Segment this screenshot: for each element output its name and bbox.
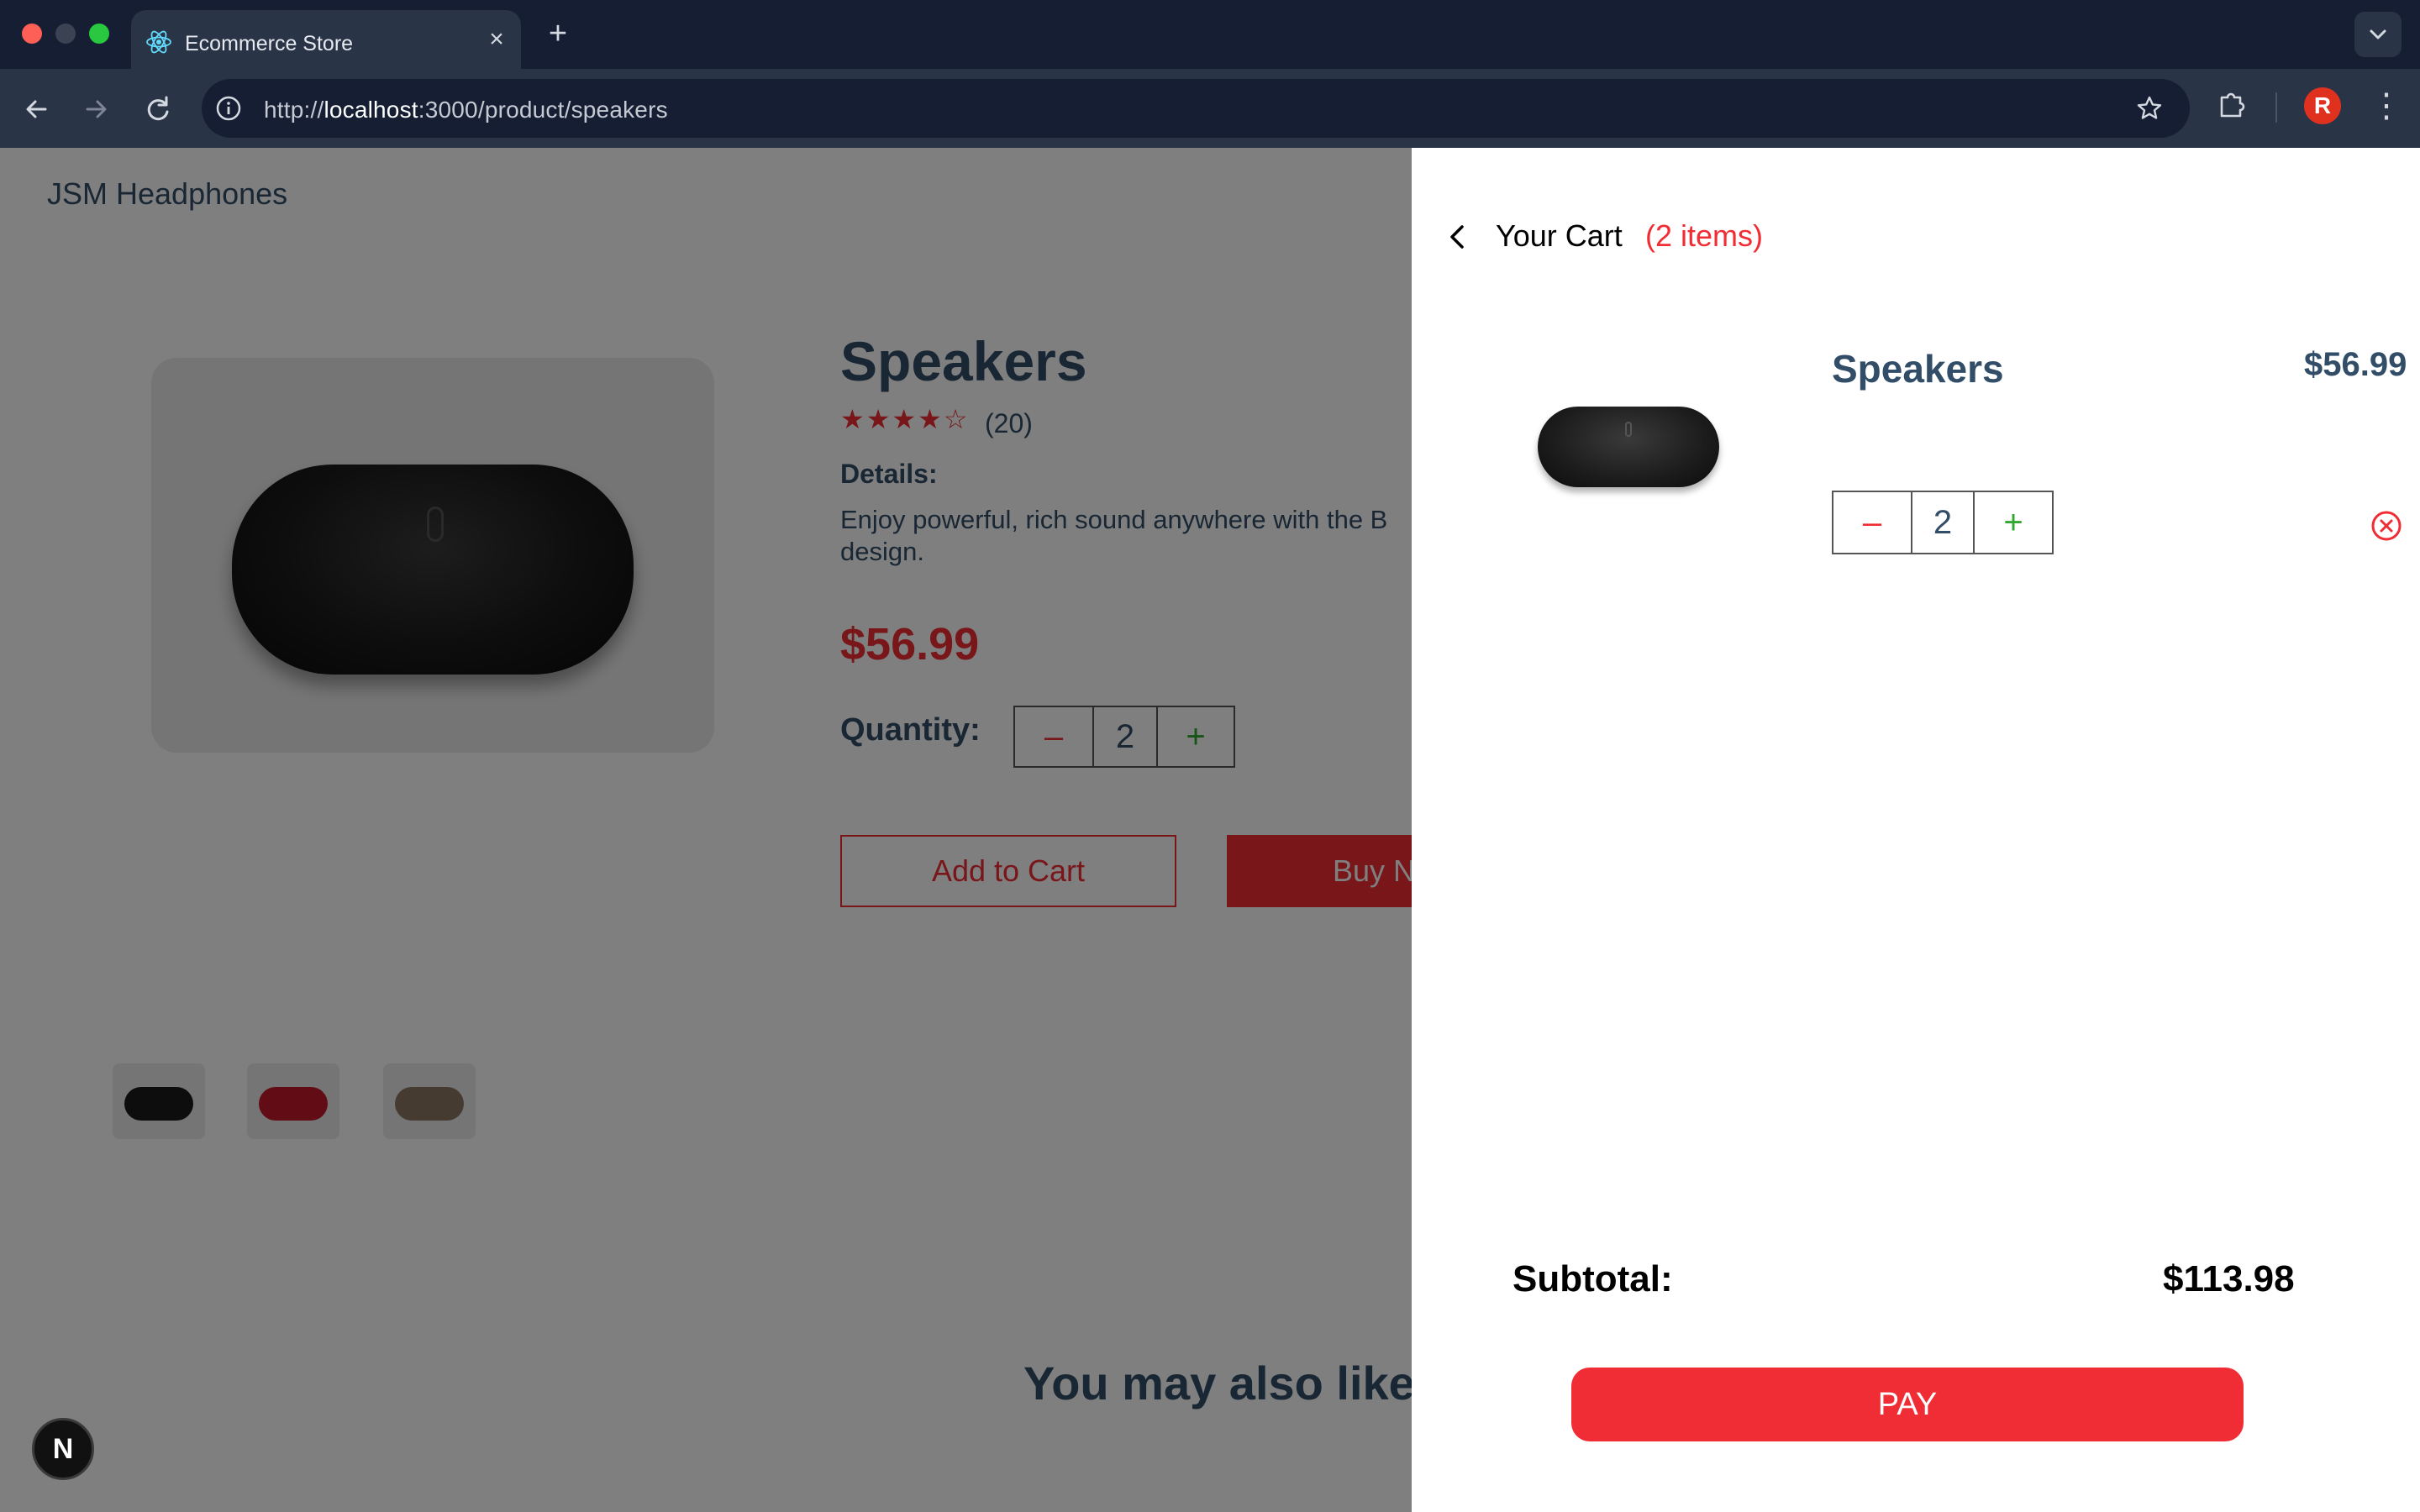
browser-menu-icon[interactable]: ⋮	[2370, 86, 2403, 126]
maximize-window-button[interactable]	[89, 24, 109, 44]
profile-avatar[interactable]: R	[2304, 87, 2341, 124]
remove-item-icon[interactable]	[2370, 509, 2403, 543]
subtotal-label: Subtotal:	[1512, 1258, 1673, 1299]
tab-title: Ecommerce Store	[185, 32, 354, 55]
cart-decrease-quantity-button[interactable]: –	[1833, 492, 1912, 553]
new-tab-button[interactable]: +	[541, 17, 575, 50]
bookmark-star-icon[interactable]	[2134, 93, 2165, 123]
tab-search-button[interactable]	[2354, 12, 2402, 57]
browser-chrome: Ecommerce Store × + http://localhost:300…	[0, 0, 2420, 148]
site-info-icon[interactable]	[213, 93, 244, 123]
pay-button[interactable]: PAY	[1571, 1368, 2244, 1441]
cart-drawer: Your Cart (2 items) Speakers $56.99 – 2 …	[1412, 148, 2420, 1512]
speaker-thumbnail	[1538, 407, 1719, 487]
forward-arrow-icon[interactable]	[76, 89, 116, 129]
address-bar[interactable]: http://localhost:3000/product/speakers	[202, 79, 2190, 138]
nextjs-dev-indicator[interactable]: N	[32, 1418, 94, 1480]
react-icon	[146, 30, 171, 54]
cart-title[interactable]: Your Cart	[1496, 218, 1623, 254]
cart-increase-quantity-button[interactable]: +	[1975, 492, 2052, 553]
web-page: JSM Headphones Speakers ★★★★☆ (20) Detai…	[0, 148, 2420, 1512]
minimize-window-button[interactable]	[55, 24, 76, 44]
reload-icon[interactable]	[138, 89, 178, 129]
browser-tab[interactable]: Ecommerce Store ×	[131, 10, 521, 69]
extensions-puzzle-icon[interactable]	[2215, 87, 2249, 121]
cart-quantity-stepper: – 2 +	[1832, 491, 2054, 554]
url-text: http://localhost:3000/product/speakers	[264, 97, 668, 123]
cart-item-image	[1496, 329, 1731, 564]
subtotal-value: $113.98	[2163, 1258, 2295, 1299]
cart-item-name: Speakers	[1832, 347, 2004, 391]
tab-close-icon[interactable]: ×	[484, 27, 509, 52]
toolbar-divider	[2275, 92, 2277, 123]
cart-quantity-value: 2	[1912, 492, 1975, 553]
browser-toolbar: http://localhost:3000/product/speakers R…	[0, 69, 2420, 148]
chevron-left-icon[interactable]	[1445, 220, 1470, 254]
cart-item-price: $56.99	[2304, 346, 2407, 383]
cart-item-count: (2 items)	[1645, 218, 1764, 253]
back-arrow-icon[interactable]	[17, 89, 57, 129]
chevron-down-icon	[2370, 29, 2386, 39]
beats-logo	[1625, 422, 1632, 437]
close-window-button[interactable]	[22, 24, 42, 44]
